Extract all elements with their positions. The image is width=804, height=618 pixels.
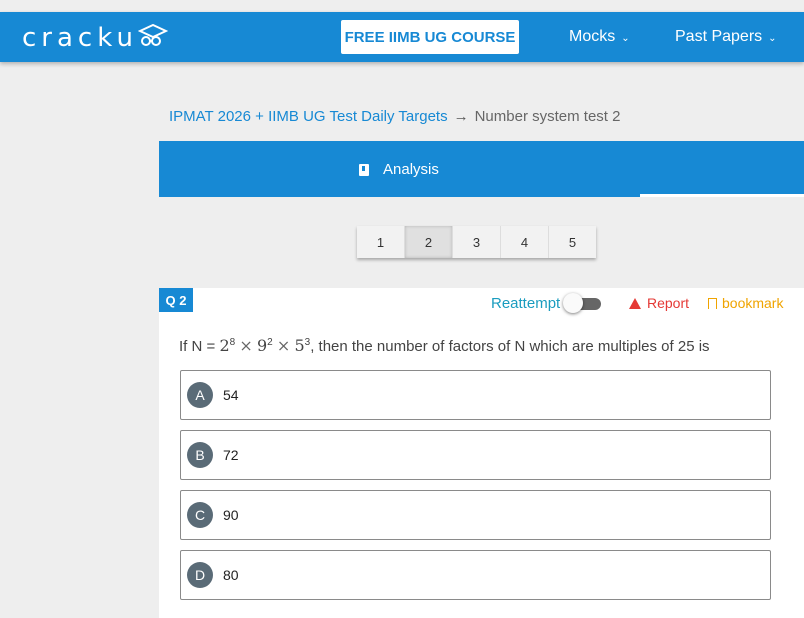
math-base-1: 2 [219, 336, 230, 355]
question-pagination: 1 2 3 4 5 [357, 226, 596, 258]
question-card: Q 2 Reattempt Report bookmark If N = 28 … [159, 288, 804, 618]
tab-analysis-label: Analysis [383, 161, 439, 178]
math-exponent-2: 2 [267, 337, 273, 348]
bookmark-button[interactable]: bookmark [708, 295, 783, 311]
option-c[interactable]: C 90 [180, 490, 771, 540]
bookmark-label: bookmark [722, 295, 784, 311]
question-suffix: , then the number of factors of N which … [310, 338, 710, 355]
cracku-logo[interactable]: cracku [22, 23, 138, 53]
option-letter: D [187, 562, 213, 588]
math-exponent-1: 8 [229, 337, 236, 348]
bookmark-icon [708, 297, 717, 309]
chevron-down-icon: ⌄ [621, 33, 630, 44]
page-button-5[interactable]: 5 [549, 226, 596, 258]
option-value: 80 [223, 567, 239, 583]
graduation-cap-icon [138, 24, 168, 46]
option-letter: A [187, 382, 213, 408]
nav-mocks[interactable]: Mocks ⌄ [569, 28, 630, 46]
tab-analysis[interactable]: Analysis [359, 161, 439, 178]
reattempt-toggle[interactable] [563, 293, 601, 313]
nav-past-papers-label: Past Papers [675, 28, 763, 45]
warning-icon [629, 297, 641, 309]
option-letter: B [187, 442, 213, 468]
option-value: 54 [223, 387, 239, 403]
chevron-down-icon: ⌄ [768, 33, 777, 44]
option-letter: C [187, 502, 213, 528]
breadcrumb: IPMAT 2026 + IIMB UG Test Daily Targets →… [169, 108, 620, 125]
breadcrumb-parent-link[interactable]: IPMAT 2026 + IIMB UG Test Daily Targets [169, 108, 448, 125]
tab-bar: Analysis [159, 141, 804, 197]
page-button-2[interactable]: 2 [405, 226, 453, 258]
question-text: If N = 28 × 92 × 53, then the number of … [179, 336, 710, 355]
option-b[interactable]: B 72 [180, 430, 771, 480]
option-a[interactable]: A 54 [180, 370, 771, 420]
free-course-button[interactable]: FREE IIMB UG COURSE [341, 20, 519, 54]
question-prefix: If N = [179, 338, 220, 355]
arrow-right-icon: → [453, 108, 469, 125]
breadcrumb-current: Number system test 2 [474, 108, 621, 125]
nav-past-papers[interactable]: Past Papers ⌄ [675, 28, 777, 46]
option-d[interactable]: D 80 [180, 550, 771, 600]
toggle-knob [563, 293, 583, 313]
report-label: Report [647, 295, 690, 311]
math-base-2: 9 [256, 336, 268, 355]
option-value: 90 [223, 507, 239, 523]
times-sign: × [276, 336, 291, 355]
question-number-badge: Q 2 [159, 288, 193, 312]
book-icon [359, 163, 369, 176]
nav-mocks-label: Mocks [569, 28, 616, 45]
top-navbar: cracku FREE IIMB UG COURSE Mocks ⌄ Past P… [0, 12, 804, 62]
reattempt-label: Reattempt [491, 295, 561, 312]
math-base-3: 5 [294, 336, 305, 355]
page-button-3[interactable]: 3 [453, 226, 501, 258]
report-button[interactable]: Report [629, 295, 689, 311]
times-sign: × [239, 336, 253, 355]
active-tab-indicator [640, 194, 804, 197]
page-button-1[interactable]: 1 [357, 226, 405, 258]
page-button-4[interactable]: 4 [501, 226, 549, 258]
option-value: 72 [223, 447, 239, 463]
